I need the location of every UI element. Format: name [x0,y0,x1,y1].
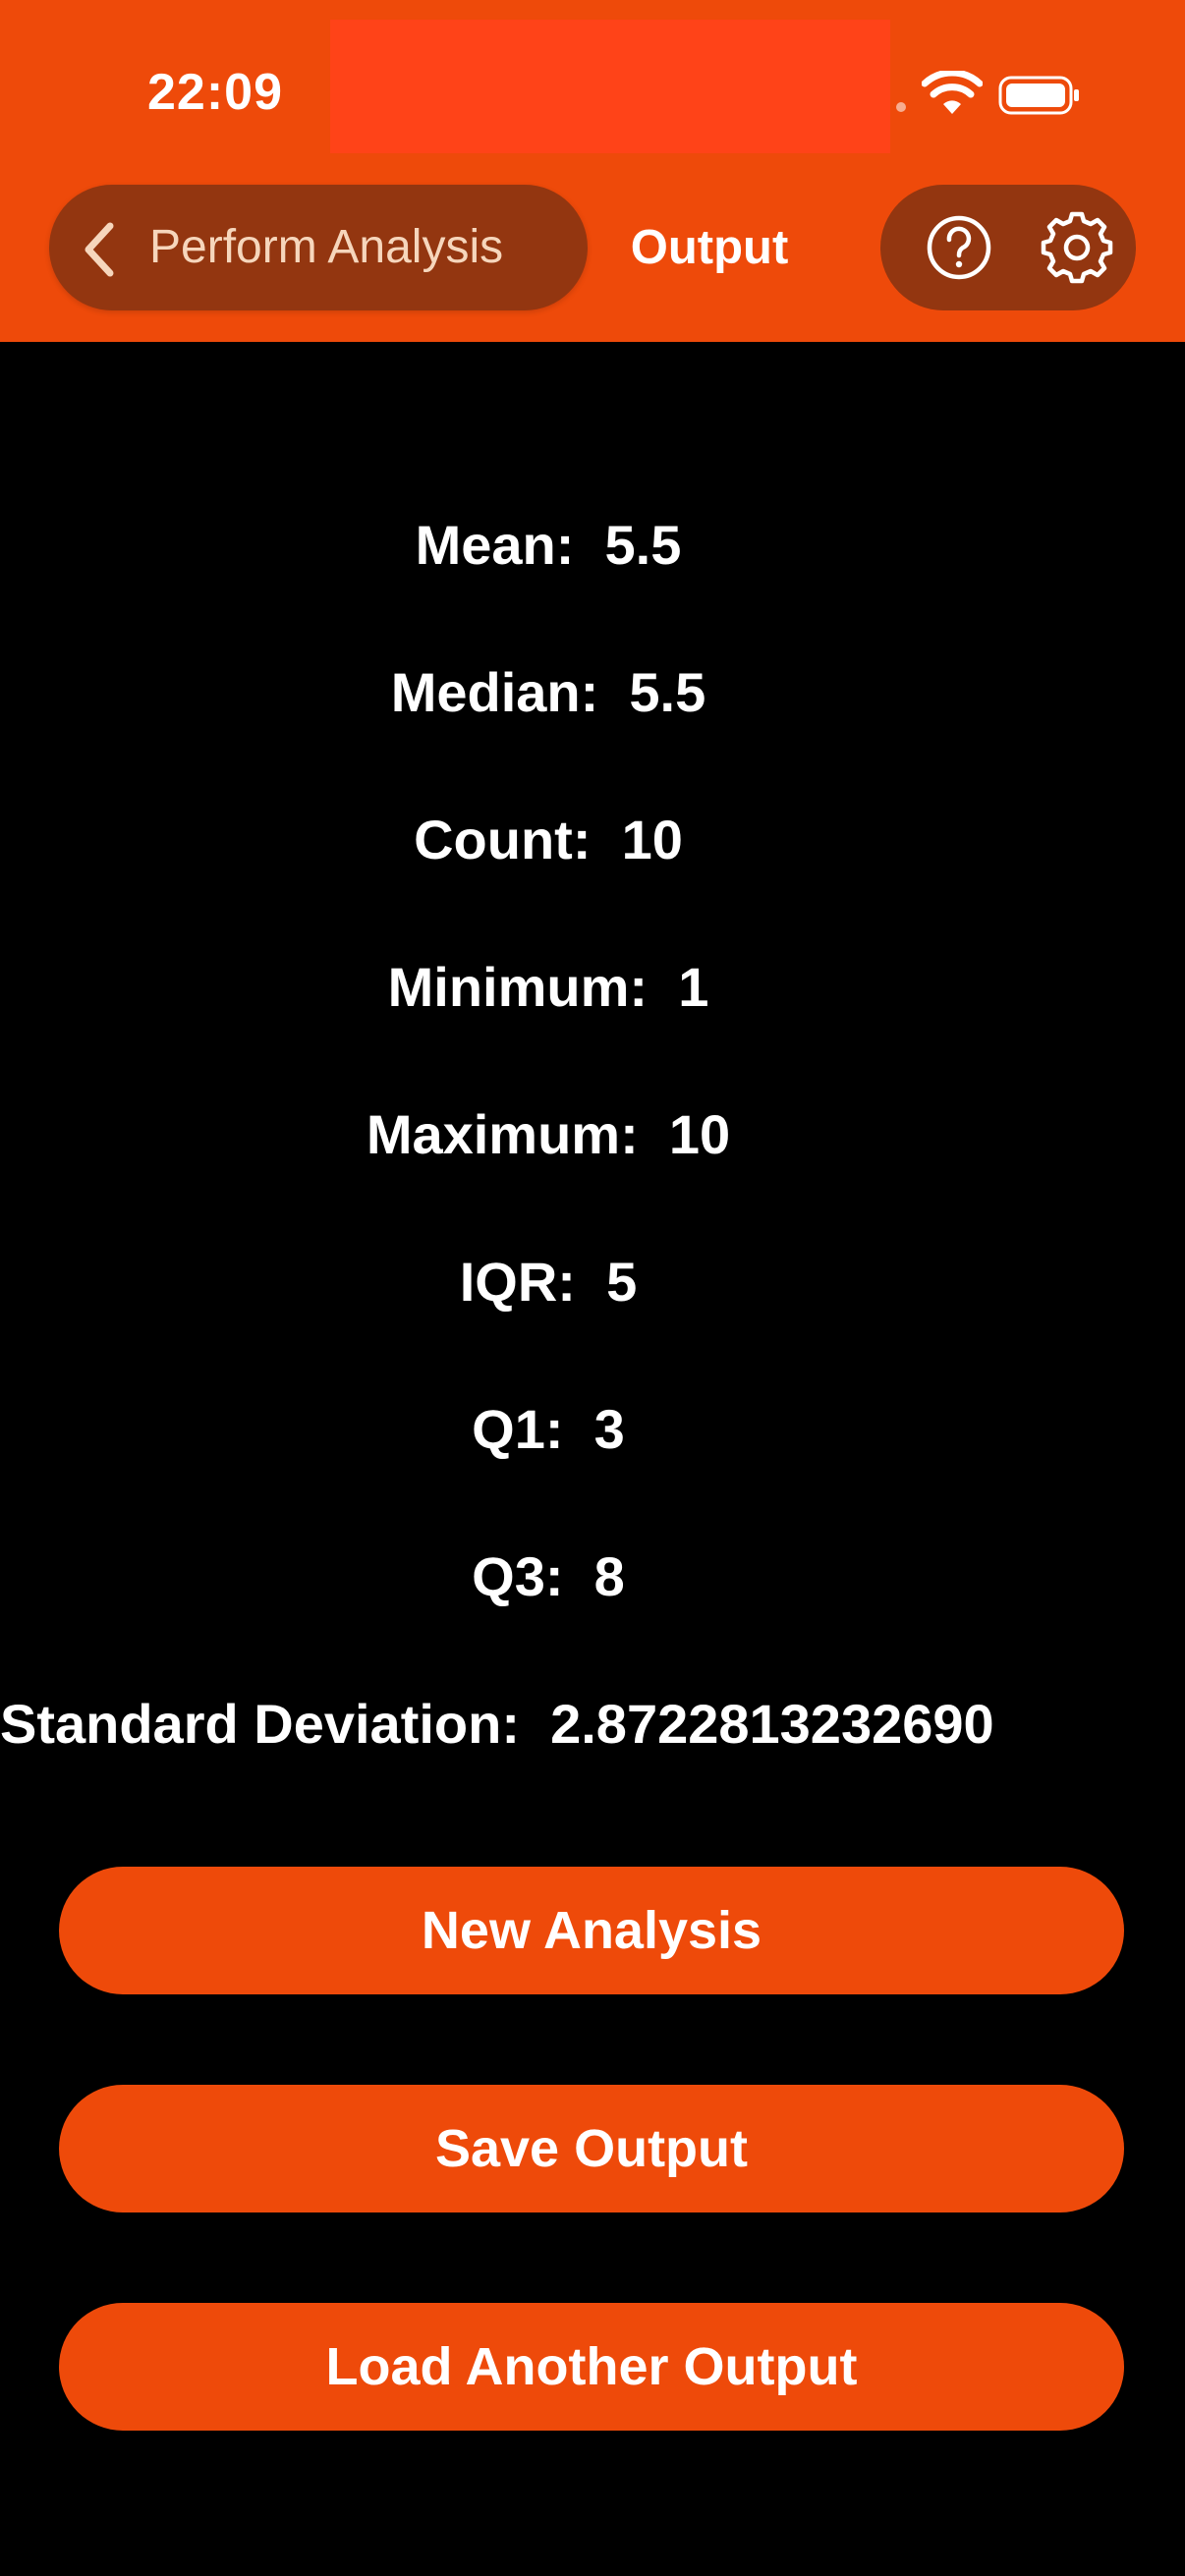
page-title: Output [630,221,789,274]
stat-label: Q3: [472,1545,564,1607]
stat-value: 10 [621,809,683,870]
stat-value: 5 [606,1251,638,1313]
stat-maximum: Maximum: 10 [0,1100,1097,1169]
stat-value: 5.5 [604,514,682,576]
stat-value: 8 [593,1545,625,1607]
stat-iqr: IQR: 5 [0,1248,1097,1316]
back-button[interactable]: Perform Analysis [49,185,588,310]
stat-value: 5.5 [629,661,706,723]
stat-count: Count: 10 [0,806,1097,874]
stat-label: Minimum: [387,956,649,1018]
stat-value: 3 [593,1398,625,1460]
stat-standard-deviation: Standard Deviation: 2.8722813232690 [0,1690,1185,1759]
stat-value: 1 [678,956,709,1018]
back-button-label: Perform Analysis [149,221,504,273]
load-another-output-button[interactable]: Load Another Output [59,2303,1124,2431]
stat-value: 10 [668,1103,731,1165]
stat-label: Standard Deviation: [0,1693,520,1755]
stat-label: Q1: [472,1398,564,1460]
stat-value: 2.8722813232690 [550,1693,994,1755]
new-analysis-button[interactable]: New Analysis [59,1867,1124,1994]
chevron-left-icon [85,222,114,277]
stat-label: IQR: [459,1251,576,1313]
gear-icon[interactable] [1038,208,1116,287]
redacted-area [330,20,890,153]
stat-label: Maximum: [366,1103,639,1165]
stat-label: Mean: [415,514,575,576]
stat-minimum: Minimum: 1 [0,953,1097,1022]
stat-q3: Q3: 8 [0,1542,1097,1611]
nav-actions [880,185,1136,310]
save-output-button[interactable]: Save Output [59,2085,1124,2212]
stat-label: Median: [390,661,599,723]
nav-header: 22:09 Perform Analysis Output [0,0,1185,342]
stat-median: Median: 5.5 [0,658,1097,727]
stat-q1: Q1: 3 [0,1395,1097,1464]
stat-mean: Mean: 5.5 [0,511,1097,580]
battery-icon [998,76,1079,115]
status-time: 22:09 [147,64,283,121]
stat-label: Count: [414,809,592,870]
wifi-icon [922,71,983,114]
question-circle-icon[interactable] [926,214,992,281]
status-indicator-dot [896,102,906,112]
